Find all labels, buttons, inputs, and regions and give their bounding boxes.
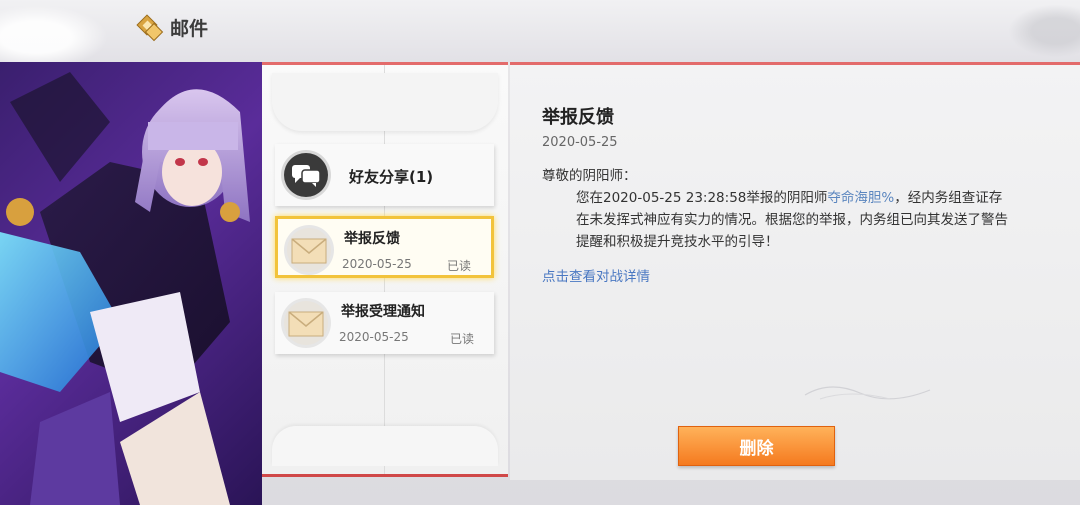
mail-list-panel: 好友分享(1) 举报反馈 2020-05-25 已读 举报受理通知 2020-0… [262,62,508,477]
envelope-icon [281,298,331,348]
mail-item-report-notice[interactable]: 举报受理通知 2020-05-25 已读 [275,292,494,354]
mail-item-date: 2020-05-25 [339,330,409,344]
read-status: 已读 [446,259,471,273]
mail-item-date: 2020-05-25 [342,257,412,271]
reported-player-name: 夺命海胆% [827,190,895,206]
watermark-decoration [800,375,940,405]
cloud-decoration [0,0,120,62]
mail-paragraph: 您在2020-05-25 23:28:58举报的阴阳师夺命海胆%，经内务组查证存… [542,187,1012,253]
mail-item-friend-share[interactable]: 好友分享(1) [275,144,494,206]
mail-item-name: 举报反馈 [344,231,400,247]
view-battle-details-link[interactable]: 点击查看对战详情 [542,265,650,285]
mail-item-name: 好友分享(1) [349,168,434,186]
diamond-back-icon[interactable] [134,12,164,42]
mail-date: 2020-05-25 [542,135,618,150]
envelope-icon [284,225,334,275]
mail-item-name: 举报受理通知 [341,304,425,320]
mail-body: 尊敬的阴阳师： 您在2020-05-25 23:28:58举报的阴阳师夺命海胆%… [542,165,1012,253]
top-bar: 邮件 [0,0,1080,62]
cloud-decoration [1000,0,1080,62]
delete-button[interactable]: 删除 [678,426,835,466]
chat-bubbles-icon [281,150,331,200]
read-status: 已读 [449,332,474,346]
mail-body-text: 您在2020-05-25 23:28:58举报的阴阳师 [576,190,828,206]
envelope-bottom [272,426,498,466]
page-title: 邮件 [170,18,209,40]
character-illustration [0,62,262,505]
mail-greeting: 尊敬的阴阳师： [542,168,637,184]
envelope-flap [272,73,498,131]
mail-item-report-feedback[interactable]: 举报反馈 2020-05-25 已读 [275,216,494,278]
mail-title: 举报反馈 [542,107,614,128]
mail-detail-panel: 举报反馈 2020-05-25 尊敬的阴阳师： 您在2020-05-25 23:… [510,62,1080,480]
